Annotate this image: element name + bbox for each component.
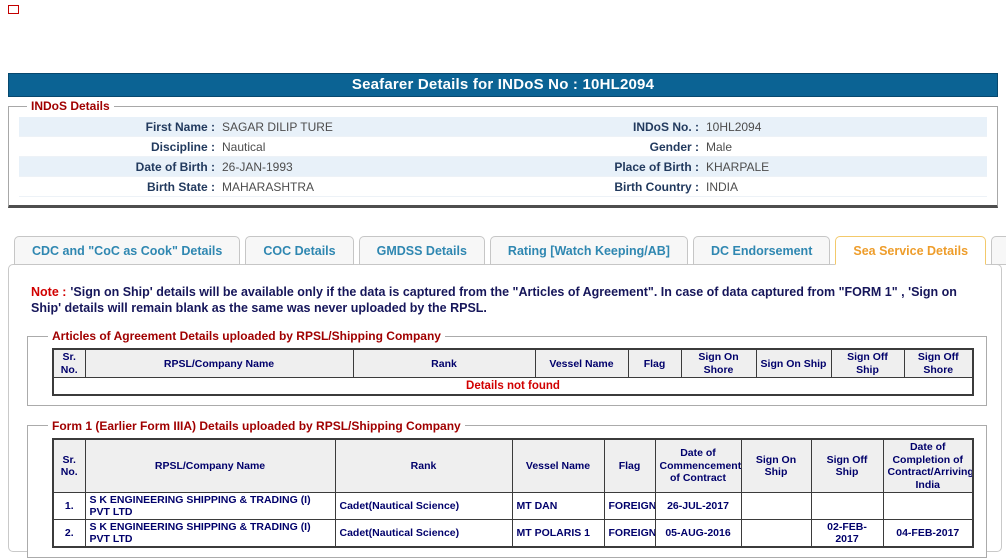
table-cell: MT POLARIS 1 <box>511 519 605 548</box>
indos-left-pair: Discipline : Nautical <box>19 140 503 154</box>
note-text: Note : 'Sign on Ship' details will be ava… <box>31 285 983 316</box>
column-header: Sign On Ship <box>755 348 832 379</box>
table-cell: FOREIGN <box>603 519 656 548</box>
table-header-row: Sr. No. RPSL/Company Name Rank Vessel Name F… <box>52 348 974 379</box>
field-label: First Name : <box>145 119 215 134</box>
column-header: Vessel Name <box>534 348 629 379</box>
top-whitespace <box>0 0 1006 73</box>
indos-detail-row: First Name : SAGAR DILIP TURE INDoS No. : 1… <box>19 117 987 137</box>
table-cell: 04-FEB-2017 <box>882 519 974 548</box>
column-header: Sign On Shore <box>680 348 757 379</box>
form1-details-table: Sr. No. RPSL/Company Name Rank Vessel Name F… <box>52 437 974 549</box>
form1-details-fieldset: Form 1 (Earlier Form IIIA) Details uploa… <box>27 418 987 559</box>
note-prefix: Note : <box>31 285 67 299</box>
indos-right-pair: Birth Country : INDIA <box>503 180 987 194</box>
indos-left-pair: Date of Birth : 26-JAN-1993 <box>19 160 503 174</box>
field-value: Male <box>706 139 733 154</box>
indos-right-pair: INDoS No. : 10HL2094 <box>503 120 987 134</box>
note-body: 'Sign on Ship' details will be available… <box>31 285 957 315</box>
tab-dc-endorsement[interactable]: DC Endorsement <box>692 236 831 265</box>
sea-service-tab-panel: Note : 'Sign on Ship' details will be ava… <box>8 264 1002 559</box>
field-label: Birth State : <box>146 179 215 194</box>
field-value: MAHARASHTRA <box>222 179 315 194</box>
table-cell: 1. <box>52 492 86 521</box>
broken-image-icon <box>8 5 19 14</box>
column-header: Sign Off Ship <box>830 348 905 379</box>
table-cell: FOREIGN <box>603 492 656 521</box>
table-cell: 26-JUL-2017 <box>654 492 742 521</box>
tab-gmdss-details[interactable]: GMDSS Details <box>358 236 485 265</box>
column-header: Rank <box>352 348 536 379</box>
field-value: 26-JAN-1993 <box>222 159 293 174</box>
field-label: Place of Birth : <box>614 159 699 174</box>
column-header: Flag <box>627 348 682 379</box>
table-row: 2. S K ENGINEERING SHIPPING & TRADING (I)… <box>52 519 974 548</box>
tab-sea-service-details[interactable]: Sea Service Details <box>835 236 987 265</box>
field-label: INDoS No. : <box>633 119 699 134</box>
column-header: Sign Off Shore <box>903 348 974 379</box>
empty-message: Details not found <box>52 377 974 396</box>
indos-detail-row: Discipline : Nautical Gender : Male <box>19 137 987 157</box>
indos-details-rows: First Name : SAGAR DILIP TURE INDoS No. : 1… <box>19 117 987 197</box>
tab-rating-watch-keeping-ab[interactable]: Rating [Watch Keeping/AB] <box>489 236 688 265</box>
empty-row: Details not found <box>52 377 974 396</box>
field-value: INDIA <box>706 179 739 194</box>
table-cell: Cadet(Nautical Science) <box>334 492 513 521</box>
field-label: Date of Birth : <box>135 159 215 174</box>
page-title: Seafarer Details for INDoS No : 10HL2094 <box>8 73 998 97</box>
table-cell: S K ENGINEERING SHIPPING & TRADING (I) P… <box>84 492 336 521</box>
field-label: Birth Country : <box>614 179 699 194</box>
indos-right-pair: Gender : Male <box>503 140 987 154</box>
tab-training-details[interactable]: Training Details <box>991 236 1006 265</box>
indos-right-pair: Place of Birth : KHARPALE <box>503 160 987 174</box>
field-value: KHARPALE <box>706 159 770 174</box>
table-cell: 2. <box>52 519 86 548</box>
table-cell: 05-AUG-2016 <box>654 519 742 548</box>
column-header: RPSL/Company Name <box>84 348 354 379</box>
column-header: Sr. No. <box>52 348 86 379</box>
table-cell: S K ENGINEERING SHIPPING & TRADING (I) P… <box>84 519 336 548</box>
field-value: 10HL2094 <box>706 119 762 134</box>
page-container: Seafarer Details for INDoS No : 10HL2094… <box>8 73 1006 559</box>
table-cell <box>810 492 884 521</box>
table-header-row: Sr. No. RPSL/Company Name Rank Vessel Name F… <box>52 438 974 494</box>
indos-details-fieldset: INDoS Details First Name : SAGAR DILIP TU… <box>8 99 998 208</box>
indos-left-pair: Birth State : MAHARASHTRA <box>19 180 503 194</box>
articles-of-agreement-fieldset: Articles of Agreement Details uploaded b… <box>27 329 987 406</box>
field-value: SAGAR DILIP TURE <box>222 119 333 134</box>
indos-left-pair: First Name : SAGAR DILIP TURE <box>19 120 503 134</box>
field-label: Gender : <box>649 139 699 154</box>
articles-of-agreement-legend: Articles of Agreement Details uploaded b… <box>52 329 441 344</box>
table-cell <box>740 492 812 521</box>
articles-of-agreement-table: Sr. No. RPSL/Company Name Rank Vessel Name F… <box>52 348 974 396</box>
table-cell <box>882 492 974 521</box>
table-row: 1. S K ENGINEERING SHIPPING & TRADING (I)… <box>52 492 974 521</box>
table-cell: Cadet(Nautical Science) <box>334 519 513 548</box>
tab-cdc-and-coc-as-cook-details[interactable]: CDC and "CoC as Cook" Details <box>14 236 241 265</box>
column-header: Date of Commencement of Contract <box>654 438 742 494</box>
tab-bar: CDC and "CoC as Cook" Details COC Details… <box>8 236 1006 265</box>
table-cell <box>740 519 812 548</box>
indos-detail-row: Birth State : MAHARASHTRA Birth Country : I… <box>19 177 987 197</box>
field-label: Discipline : <box>150 139 215 154</box>
indos-details-legend: INDoS Details <box>31 99 110 113</box>
column-header: Date of Completion of Contract/Arriving … <box>882 438 974 494</box>
table-cell: 02-FEB-2017 <box>810 519 884 548</box>
field-value: Nautical <box>222 139 266 154</box>
column-header: Sign Off Ship <box>810 438 884 494</box>
column-header: Vessel Name <box>511 438 605 494</box>
column-header: Sr. No. <box>52 438 86 494</box>
form1-details-legend: Form 1 (Earlier Form IIIA) Details uploa… <box>52 418 461 433</box>
column-header: Sign On Ship <box>740 438 812 494</box>
tab-coc-details[interactable]: COC Details <box>245 236 354 265</box>
column-header: Rank <box>334 438 513 494</box>
indos-detail-row: Date of Birth : 26-JAN-1993 Place of Birth… <box>19 157 987 177</box>
column-header: Flag <box>603 438 656 494</box>
column-header: RPSL/Company Name <box>84 438 336 494</box>
table-cell: MT DAN <box>511 492 605 521</box>
